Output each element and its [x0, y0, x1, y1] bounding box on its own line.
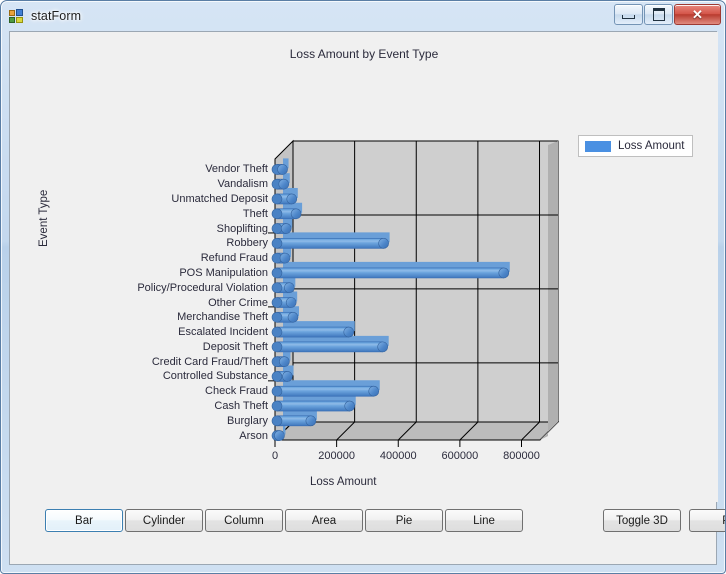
bar-7 [271, 261, 510, 279]
bar-15 [271, 380, 380, 397]
window-title: statForm [31, 9, 82, 23]
y-axis-title: Event Type [38, 189, 50, 247]
application-window: statForm ✕ Loss Amount by Event Type Los… [0, 0, 726, 574]
category-label-0: Vendor Theft [205, 163, 268, 176]
category-label-4: Shoplifting [216, 222, 268, 235]
category-label-1: Vandalism [217, 178, 268, 191]
x-tick-4: 800000 [503, 450, 540, 462]
category-label-5: Robbery [226, 237, 268, 250]
client-area: Loss Amount by Event Type Loss Amount Ve… [9, 31, 725, 565]
toggle-3d-button[interactable]: Toggle 3D [603, 509, 681, 532]
pie-button[interactable]: Pie [365, 509, 443, 532]
bar-12 [271, 335, 389, 353]
area-button[interactable]: Area [285, 509, 363, 532]
bar-16 [271, 395, 356, 412]
category-label-13: Credit Card Fraud/Theft [151, 355, 268, 368]
chart-panel[interactable]: Loss Amount by Event Type Loss Amount Ve… [10, 32, 718, 502]
cylinder-button[interactable]: Cylinder [125, 509, 203, 532]
plot-svg [268, 139, 560, 447]
category-label-2: Unmatched Deposit [171, 192, 268, 205]
category-label-9: Other Crime [208, 296, 268, 309]
category-label-8: Policy/Procedural Violation [137, 281, 268, 294]
title-bar[interactable]: statForm ✕ [1, 1, 725, 31]
category-label-14: Controlled Substance [162, 370, 268, 383]
category-label-10: Merchandise Theft [177, 311, 268, 324]
plot-area [10, 32, 718, 502]
chart-type-toolbar: BarCylinderColumnAreaPieLine Toggle 3D Pr [10, 500, 725, 564]
category-label-6: Refund Fraud [200, 252, 268, 265]
category-label-12: Deposit Theft [202, 340, 268, 353]
app-form-icon [9, 8, 25, 24]
column-button[interactable]: Column [205, 509, 283, 532]
line-button[interactable]: Line [445, 509, 523, 532]
category-label-16: Cash Theft [214, 400, 268, 413]
bar-11 [271, 321, 355, 338]
category-label-18: Arson [239, 429, 268, 442]
category-label-15: Check Fraud [205, 385, 268, 398]
category-label-11: Escalated Incident [178, 326, 268, 339]
print-button[interactable]: Pr [689, 509, 725, 532]
category-label-7: POS Manipulation [179, 266, 268, 279]
bar-button[interactable]: Bar [45, 509, 123, 532]
x-axis-title: Loss Amount [310, 476, 377, 488]
window-controls: ✕ [614, 4, 721, 25]
minimize-button[interactable] [614, 4, 643, 25]
category-label-3: Theft [242, 207, 268, 220]
bar-5 [271, 232, 390, 249]
close-button[interactable]: ✕ [674, 4, 721, 25]
maximize-button[interactable] [644, 4, 673, 25]
category-label-17: Burglary [227, 414, 268, 427]
